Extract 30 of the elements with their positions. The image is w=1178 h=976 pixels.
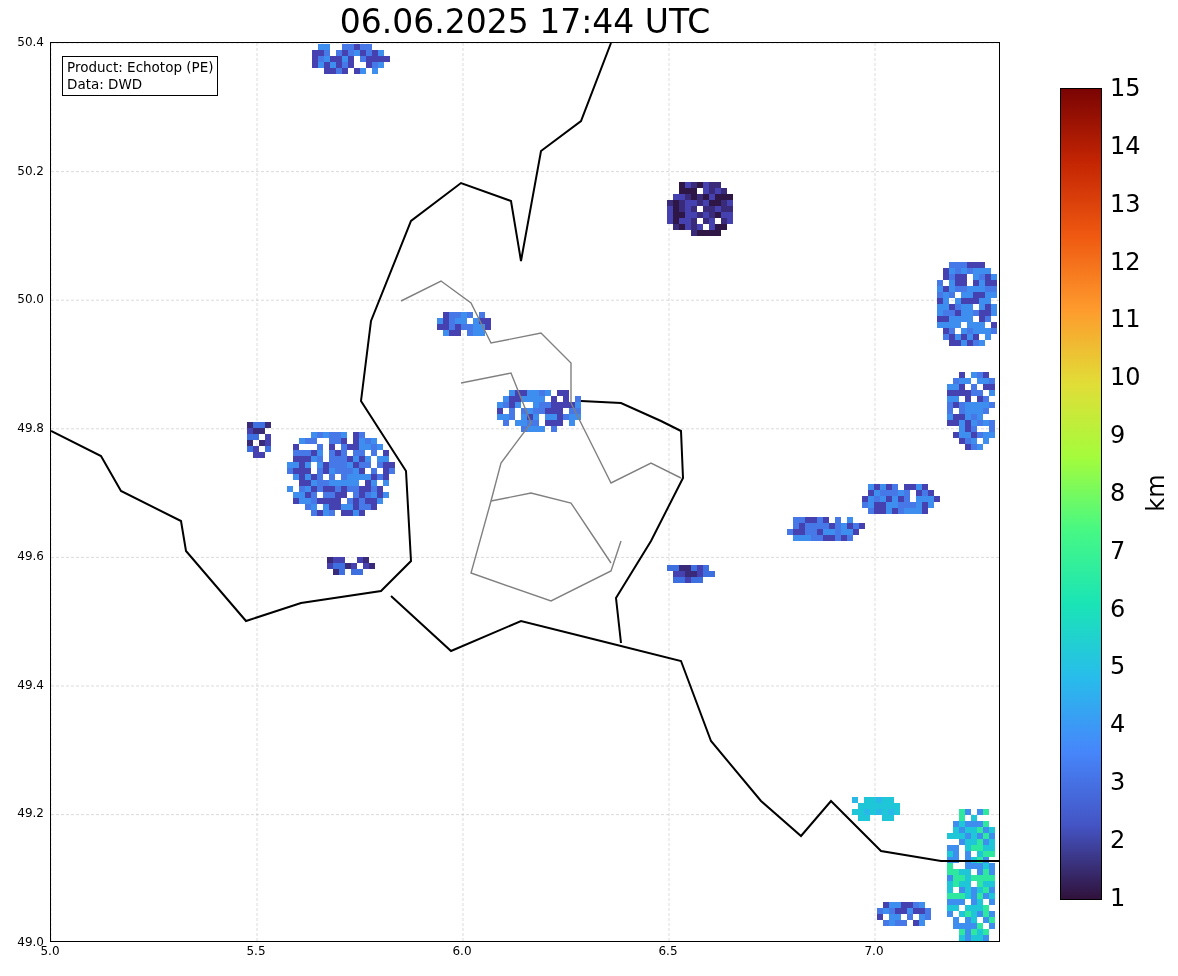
colorbar-tick-label: 15 xyxy=(1110,74,1141,102)
y-tick-label: 50.0 xyxy=(17,291,45,308)
colorbar-tick-label: 13 xyxy=(1110,189,1141,218)
chart-title: 06.06.2025 17:44 UTC xyxy=(339,2,711,42)
x-tick-label: 5.5 xyxy=(245,943,267,960)
y-tick-label: 50.4 xyxy=(17,34,45,50)
colorbar-tick-label: 2 xyxy=(1110,825,1127,854)
colorbar-tick-label: 6 xyxy=(1110,594,1127,623)
y-tick-label: 49.4 xyxy=(17,676,45,693)
y-tick-label: 49.8 xyxy=(17,419,45,436)
x-tick-label: 7.0 xyxy=(863,943,885,960)
colorbar-tick-label: 11 xyxy=(1110,305,1141,334)
colorbar-tick-label: 4 xyxy=(1110,710,1127,739)
y-tick-label: 50.2 xyxy=(17,162,45,179)
colorbar-tick-label: 14 xyxy=(1110,131,1141,160)
colorbar-tick-label: 3 xyxy=(1110,768,1127,797)
x-tick-label: 6.5 xyxy=(657,943,679,960)
colorbar-tick-label: 5 xyxy=(1110,652,1127,681)
colorbar-tick-label: 1 xyxy=(1110,883,1127,912)
colorbar-tick-label: 8 xyxy=(1110,478,1127,507)
y-tick-label: 49.2 xyxy=(17,805,45,822)
y-tick-label: 49.6 xyxy=(17,548,45,565)
legend-text: Product: Echotop (PE) xyxy=(67,59,214,76)
colorbar-tick-label: 9 xyxy=(1110,421,1127,450)
colorbar-label: km xyxy=(1141,474,1170,512)
colorbar-tick-label: 12 xyxy=(1110,247,1141,276)
colorbar-tick-label: 7 xyxy=(1110,536,1127,565)
colorbar-tick-label: 10 xyxy=(1110,363,1141,392)
legend-text: Data: DWD xyxy=(67,76,144,93)
x-tick-label: 6.0 xyxy=(451,943,473,960)
